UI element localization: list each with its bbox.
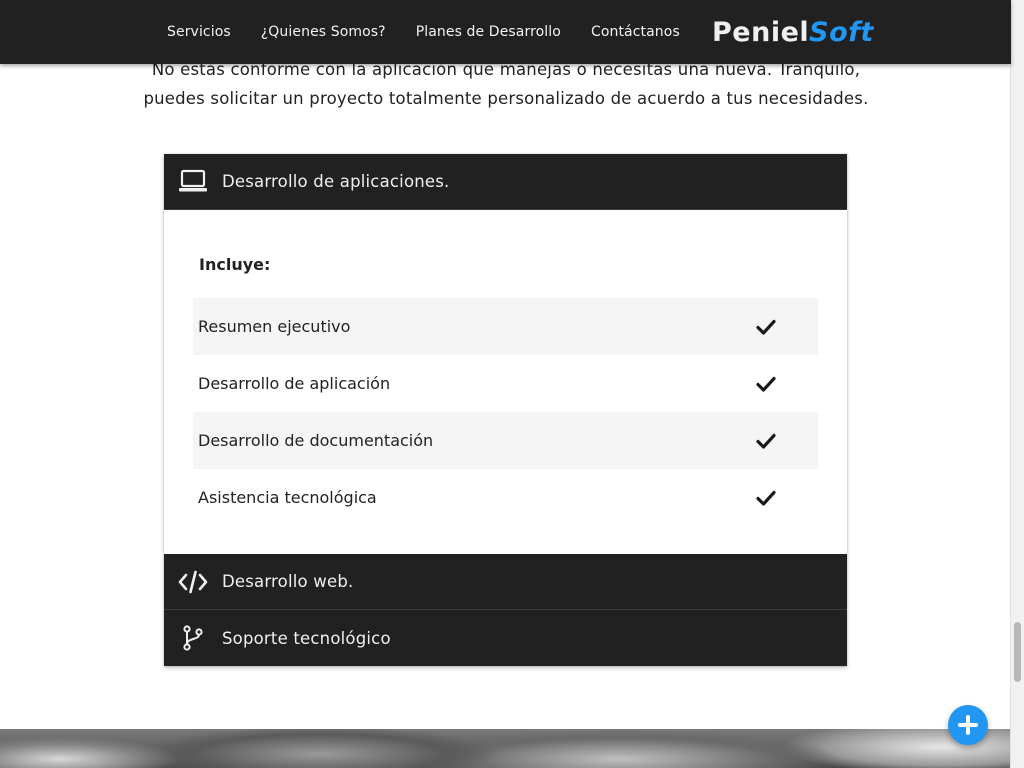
- intro-line-2: puedes solicitar un proyecto totalmente …: [143, 89, 869, 108]
- services-collapsible: Desarrollo de aplicaciones. Incluye: Res…: [164, 154, 847, 666]
- nav-links: Servicios ¿Quienes Somos? Planes de Desa…: [167, 0, 710, 64]
- collapsible-body-aplicaciones: Incluye: Resumen ejecutivo Desarrollo de…: [164, 210, 847, 554]
- brand-name-part1: Peniel: [712, 17, 810, 48]
- plus-icon: [958, 715, 978, 735]
- nav-link-servicios[interactable]: Servicios: [167, 24, 231, 40]
- collapsible-header-aplicaciones[interactable]: Desarrollo de aplicaciones.: [164, 154, 847, 210]
- laptop-icon: [178, 168, 208, 196]
- page-scrollbar[interactable]: [1010, 0, 1024, 768]
- nav-link-planes[interactable]: Planes de Desarrollo: [416, 24, 561, 40]
- scrollbar-thumb[interactable]: [1014, 622, 1021, 682]
- brand-name-part2: Soft: [809, 17, 874, 48]
- nav-link-quienes-somos[interactable]: ¿Quienes Somos?: [261, 24, 386, 40]
- top-navbar: Servicios ¿Quienes Somos? Planes de Desa…: [0, 0, 1011, 64]
- collapsible-header-label: Desarrollo de aplicaciones.: [222, 172, 450, 191]
- list-item: Desarrollo de aplicación: [193, 355, 818, 412]
- cloud-hero-image: [0, 729, 1011, 768]
- collapsible-header-label: Desarrollo web.: [222, 572, 354, 591]
- check-icon: [756, 490, 776, 506]
- list-item-label: Asistencia tecnológica: [198, 488, 377, 507]
- nav-link-contactanos[interactable]: Contáctanos: [591, 24, 680, 40]
- list-item-label: Desarrollo de documentación: [198, 431, 434, 450]
- collapsible-header-soporte[interactable]: Soporte tecnológico: [164, 610, 847, 666]
- list-item: Asistencia tecnológica: [193, 469, 818, 526]
- code-icon: [178, 568, 208, 596]
- collapsible-header-web[interactable]: Desarrollo web.: [164, 554, 847, 610]
- check-icon: [756, 376, 776, 392]
- list-item-label: Resumen ejecutivo: [198, 317, 351, 336]
- check-icon: [756, 433, 776, 449]
- check-icon: [756, 319, 776, 335]
- collapsible-header-label: Soporte tecnológico: [222, 628, 391, 648]
- branch-icon: [178, 624, 208, 652]
- includes-label: Incluye:: [199, 255, 271, 274]
- brand-logo[interactable]: PenielSoft: [712, 17, 874, 48]
- list-item: Resumen ejecutivo: [193, 298, 818, 355]
- list-item: Desarrollo de documentación: [193, 412, 818, 469]
- list-item-label: Desarrollo de aplicación: [198, 374, 391, 393]
- includes-list: Resumen ejecutivo Desarrollo de aplicaci…: [193, 298, 818, 526]
- floating-action-button[interactable]: [948, 705, 988, 745]
